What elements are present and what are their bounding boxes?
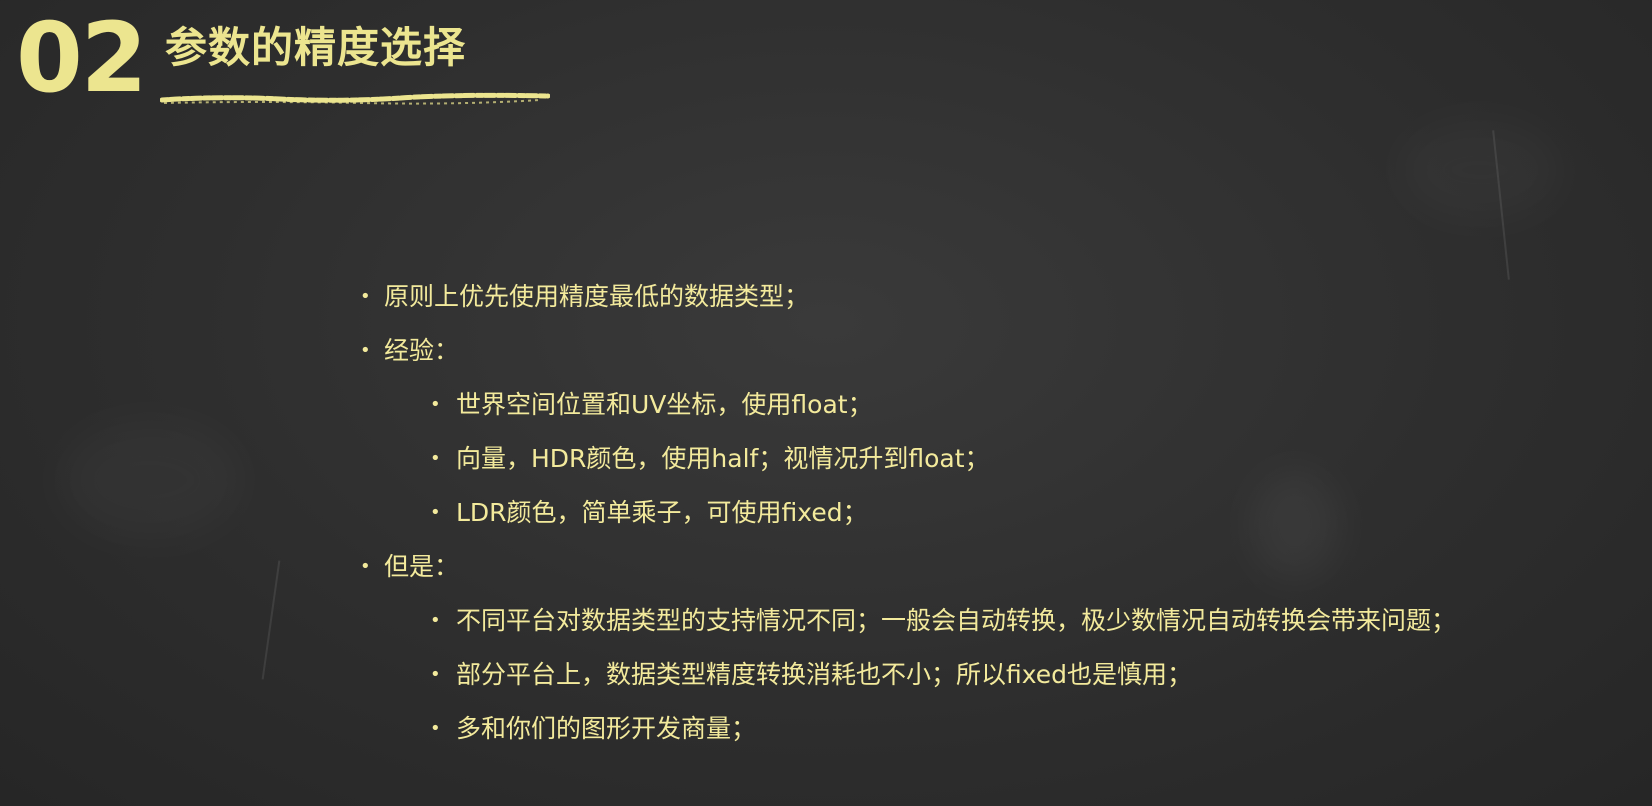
- list-item-text: 不同平台对数据类型的支持情况不同；一般会自动转换，极少数情况自动转换会带来问题；: [456, 606, 1457, 635]
- bullet-icon: •: [360, 340, 371, 361]
- list-item-text: 经验：: [384, 336, 460, 365]
- bullet-list: • 原则上优先使用精度最低的数据类型； • 经验： • 世界空间位置和UV坐标，…: [360, 270, 1640, 756]
- chalk-scratch: [261, 560, 281, 680]
- bullet-icon: •: [430, 448, 441, 469]
- list-item: • 原则上优先使用精度最低的数据类型；: [360, 270, 1640, 324]
- list-item: • 不同平台对数据类型的支持情况不同；一般会自动转换，极少数情况自动转换会带来问…: [360, 594, 1640, 648]
- list-item-text: 原则上优先使用精度最低的数据类型；: [384, 282, 810, 311]
- list-item: • LDR颜色，简单乘子，可使用fixed；: [360, 486, 1640, 540]
- list-item: • 世界空间位置和UV坐标，使用float；: [360, 378, 1640, 432]
- bullet-icon: •: [360, 556, 371, 577]
- list-item: • 但是：: [360, 540, 1640, 594]
- section-number: 02: [16, 2, 148, 114]
- list-item-text: 向量，HDR颜色，使用half；视情况升到float；: [456, 444, 990, 473]
- slide-title: 参数的精度选择: [165, 23, 467, 72]
- chalk-smudge: [60, 420, 240, 540]
- list-item-text: 部分平台上，数据类型精度转换消耗也不小；所以fixed也是慎用；: [456, 660, 1193, 689]
- bullet-icon: •: [430, 502, 441, 523]
- bullet-icon: •: [430, 394, 441, 415]
- bullet-icon: •: [360, 286, 371, 307]
- list-item-text: 世界空间位置和UV坐标，使用float；: [456, 390, 873, 419]
- chalk-smudge: [1400, 120, 1560, 220]
- list-item-text: 多和你们的图形开发商量；: [456, 714, 757, 743]
- list-item: • 经验：: [360, 324, 1640, 378]
- list-item: • 部分平台上，数据类型精度转换消耗也不小；所以fixed也是慎用；: [360, 648, 1640, 702]
- list-item-text: LDR颜色，简单乘子，可使用fixed；: [456, 498, 868, 527]
- list-item: • 多和你们的图形开发商量；: [360, 702, 1640, 756]
- bullet-icon: •: [430, 610, 441, 631]
- chalk-underline: [160, 92, 550, 105]
- bullet-icon: •: [430, 718, 441, 739]
- bullet-icon: •: [430, 664, 441, 685]
- list-item: • 向量，HDR颜色，使用half；视情况升到float；: [360, 432, 1640, 486]
- slide-header: 02 参数的精度选择: [10, 8, 570, 108]
- list-item-text: 但是：: [384, 552, 460, 581]
